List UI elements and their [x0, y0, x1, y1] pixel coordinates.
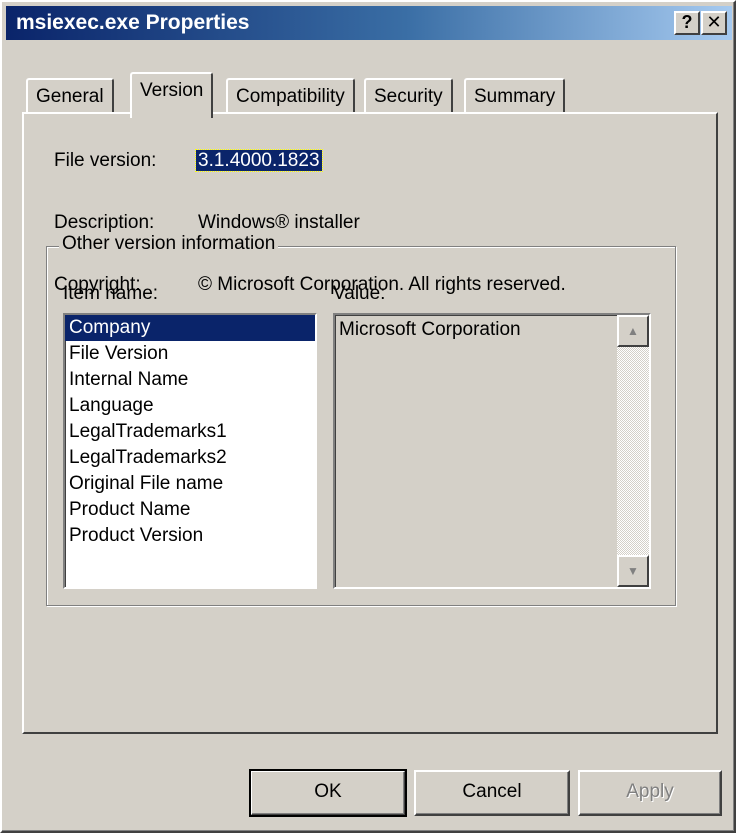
tab-version[interactable]: Version: [130, 72, 214, 118]
file-version-label: File version:: [54, 150, 157, 171]
item-name-listbox[interactable]: Company File Version Internal Name Langu…: [63, 313, 317, 589]
tab-summary[interactable]: Summary: [464, 78, 566, 114]
triangle-down-icon: ▼: [627, 564, 639, 578]
list-item[interactable]: Product Name: [65, 497, 315, 523]
version-tab-panel: File version: 3.1.4000.1823 Description:…: [22, 112, 718, 734]
list-item[interactable]: Original File name: [65, 471, 315, 497]
list-item[interactable]: File Version: [65, 341, 315, 367]
item-name-label: Item name:: [63, 283, 159, 304]
ok-button[interactable]: OK: [249, 769, 407, 817]
title-bar[interactable]: msiexec.exe Properties ? ✕: [6, 6, 732, 40]
group-label: Other version information: [59, 233, 279, 255]
value-textbox[interactable]: Microsoft Corporation ▲ ▼: [333, 313, 651, 589]
scroll-down-button[interactable]: ▼: [617, 555, 649, 587]
file-version-value[interactable]: 3.1.4000.1823: [195, 149, 323, 172]
list-item[interactable]: Product Version: [65, 523, 315, 549]
tab-security[interactable]: Security: [364, 78, 453, 114]
value-scrollbar[interactable]: ▲ ▼: [617, 315, 649, 587]
list-item[interactable]: Internal Name: [65, 367, 315, 393]
properties-window: msiexec.exe Properties ? ✕ General Versi…: [0, 0, 736, 833]
description-label: Description:: [54, 212, 155, 233]
list-item[interactable]: LegalTrademarks1: [65, 419, 315, 445]
cancel-button[interactable]: Cancel: [414, 770, 570, 816]
scroll-up-button[interactable]: ▲: [617, 315, 649, 347]
apply-button[interactable]: Apply: [578, 770, 722, 816]
value-text: Microsoft Corporation: [339, 319, 521, 340]
list-item[interactable]: Company: [65, 315, 315, 341]
list-item[interactable]: LegalTrademarks2: [65, 445, 315, 471]
close-button[interactable]: ✕: [701, 11, 727, 35]
list-item[interactable]: Language: [65, 393, 315, 419]
tab-compatibility[interactable]: Compatibility: [226, 78, 355, 114]
window-title: msiexec.exe Properties: [16, 11, 250, 34]
value-label: Value:: [333, 283, 386, 304]
close-icon: ✕: [706, 12, 722, 32]
other-version-info-group: Other version information Item name: Val…: [46, 233, 676, 606]
description-value[interactable]: Windows® installer: [198, 212, 360, 234]
file-version-value-text: 3.1.4000.1823: [195, 149, 323, 172]
help-icon: ?: [681, 12, 693, 32]
triangle-up-icon: ▲: [627, 324, 639, 338]
tab-general[interactable]: General: [26, 78, 114, 114]
help-button[interactable]: ?: [674, 11, 700, 35]
